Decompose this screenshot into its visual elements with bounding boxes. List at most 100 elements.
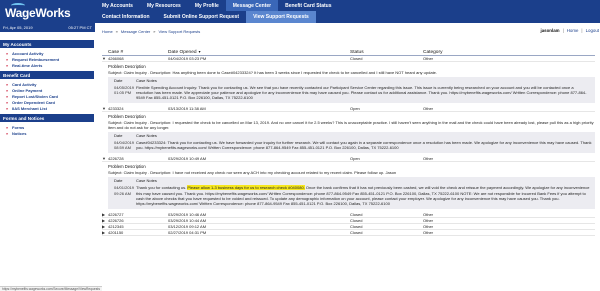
- expand-triangle-icon[interactable]: ▶: [102, 218, 107, 223]
- logout-link[interactable]: Logout: [586, 28, 599, 33]
- sidebar-list: » Forms» Notices: [0, 123, 94, 139]
- nav-tab-view-support-requests[interactable]: View Support Requests: [246, 11, 316, 23]
- case-number: 4201150: [108, 229, 124, 235]
- sidebar-item-label: Order Dependent Card: [12, 99, 55, 105]
- case-status: Closed: [350, 229, 363, 235]
- case-status: Closed: [350, 211, 363, 217]
- nav-tab-message-center[interactable]: Message Center: [225, 0, 279, 11]
- grid-header: Case # Date Opened ▼ Status Category: [102, 49, 595, 56]
- breadcrumb: Home » Message Center » View Support Req…: [102, 28, 597, 35]
- expand-triangle-icon[interactable]: ▶: [102, 224, 107, 229]
- sidebar-section-my-accounts: My Accounts: [0, 40, 94, 48]
- case-category: Other: [423, 229, 434, 235]
- case-number: 4226727: [108, 211, 124, 217]
- sidebar-item-iias-merchant-list[interactable]: » IIAS Merchant List: [6, 105, 94, 111]
- notes-label: Case Notes: [136, 78, 157, 83]
- note-text: Flexible Spending Account Inquiry: Thank…: [136, 85, 587, 101]
- bullet-arrow-icon: »: [6, 105, 9, 111]
- case-category: Other: [423, 156, 434, 162]
- problem-description: Subject: Claim Inquiry . Description: Ha…: [108, 70, 438, 75]
- bullet-arrow-icon: »: [6, 99, 9, 105]
- status-bar-url: https://mybenefits.wageworks.com/Secure/…: [0, 286, 102, 291]
- collapse-triangle-icon[interactable]: ▼: [102, 56, 107, 61]
- sidebar-item-label: IIAS Merchant List: [12, 105, 47, 111]
- note-text: Thank you for contacting us. Please allo…: [136, 185, 592, 206]
- note-date: 04/04/2019 08:59 AM: [114, 140, 135, 151]
- note-date: 04/05/2019 01:05 PM: [114, 85, 135, 96]
- column-header-category[interactable]: Category: [423, 50, 442, 55]
- nav-tab-submit-online-support-request[interactable]: Submit Online Support Request: [157, 11, 247, 23]
- collapse-triangle-icon[interactable]: ▼: [102, 156, 107, 161]
- case-notes-header: Date Case Notes: [108, 178, 592, 183]
- logo[interactable]: WageWorks: [0, 0, 95, 23]
- username: jasonlam: [540, 28, 560, 33]
- divider: |: [562, 28, 564, 33]
- collapse-triangle-icon[interactable]: ▼: [102, 106, 107, 111]
- sidebar-item-real-time-alerts[interactable]: » Real-time Alerts: [6, 62, 94, 68]
- bullet-arrow-icon: »: [6, 62, 9, 68]
- notes-date-label: Date: [114, 178, 123, 184]
- column-header-status[interactable]: Status: [350, 50, 364, 55]
- column-header-case[interactable]: Case #: [108, 50, 123, 55]
- case-status: Open: [350, 156, 360, 162]
- date-bar: Fri, Apr 05, 2019 05:27 PM CT: [0, 23, 95, 32]
- sidebar-item-label: Account Activity: [12, 50, 44, 56]
- sidebar-item-label: Real-time Alerts: [12, 62, 43, 68]
- primary-nav: My Accounts My Resources My Profile Message…: [95, 0, 339, 11]
- nav-tab-my-accounts[interactable]: My Accounts: [95, 0, 140, 11]
- nav-tab-contact-information[interactable]: Contact Information: [95, 11, 157, 23]
- nav-tab-my-profile[interactable]: My Profile: [188, 0, 226, 11]
- note-date: 04/01/2019 09:26 AM: [114, 185, 135, 196]
- case-note: 04/04/2019 08:59 AM Case#04233324: Thank …: [108, 139, 592, 152]
- notes-label: Case Notes: [136, 178, 157, 184]
- sidebar-item-label: Notices: [12, 130, 27, 136]
- date-opened: 02/27/2019 04:31 PM: [168, 229, 207, 235]
- sidebar-item-label: Online Payment: [12, 87, 43, 93]
- sidebar: My Accounts» Account Activity» Request Rei…: [0, 40, 94, 139]
- breadcrumb-home-link[interactable]: Home: [102, 29, 113, 34]
- date-opened: 04/04/2019 03:23 PM: [168, 56, 207, 61]
- home-link[interactable]: Home: [567, 28, 579, 33]
- expand-triangle-icon[interactable]: ▶: [102, 230, 107, 235]
- grid-body: ▼ 4266068 04/04/2019 03:23 PM Closed Other Pr…: [102, 56, 595, 236]
- case-category: Other: [423, 56, 434, 61]
- sidebar-item-label: Report Lost/Stolen Card: [12, 93, 59, 99]
- sidebar-item-label: Card Activity: [12, 81, 37, 87]
- table-row[interactable]: ▶ 4201150 02/27/2019 04:31 PM Closed Other: [102, 230, 595, 236]
- notes-date-label: Date: [114, 133, 123, 139]
- case-note: 04/05/2019 01:05 PM Flexible Spending Acc…: [108, 84, 592, 102]
- logo-text: WageWorks: [5, 6, 71, 20]
- case-status: Open: [350, 106, 360, 112]
- case-number: 4266068: [108, 56, 124, 61]
- support-requests-grid: Case # Date Opened ▼ Status Category ▼ 42…: [102, 49, 595, 236]
- current-time: 05:27 PM CT: [68, 25, 92, 30]
- sidebar-section-forms-and-notices: Forms and Notices: [0, 114, 94, 122]
- problem-description-label: Problem Description: [108, 164, 146, 170]
- divider: |: [581, 28, 583, 33]
- case-category: Other: [423, 106, 434, 112]
- case-notes-header: Date Case Notes: [108, 133, 592, 138]
- sidebar-item-label: Forms: [12, 124, 25, 130]
- sidebar-list: » Account Activity» Request Reimbursement»…: [0, 49, 94, 71]
- case-note: 04/01/2019 09:26 AM Thank you for contact…: [108, 184, 592, 207]
- case-number: 4226726: [108, 217, 124, 223]
- date-opened: 03/13/2019 11:38 AM: [168, 106, 206, 112]
- bullet-arrow-icon: »: [6, 81, 9, 87]
- nav-tab-benefit-card-status[interactable]: Benefit Card Status: [278, 0, 338, 11]
- date-opened: 03/29/2019 10:49 AM: [168, 156, 207, 162]
- date-opened: 03/29/2019 10:44 AM: [168, 217, 207, 223]
- bullet-arrow-icon: »: [6, 124, 9, 130]
- case-detail: Problem Description Subject: Claim Inquir…: [102, 162, 595, 211]
- case-notes-block: Date Case Notes 04/01/2019 09:26 AM Thank y…: [108, 177, 595, 209]
- problem-description-label: Problem Description: [108, 114, 146, 120]
- column-header-date-opened[interactable]: Date Opened ▼: [168, 50, 201, 55]
- expand-triangle-icon[interactable]: ▶: [102, 212, 107, 217]
- nav-tab-my-resources[interactable]: My Resources: [140, 0, 188, 11]
- case-category: Other: [423, 211, 434, 217]
- problem-description: Subject: Claim Inquiry . Description: I …: [108, 170, 397, 176]
- sidebar-item-notices[interactable]: » Notices: [6, 130, 94, 136]
- bullet-arrow-icon: »: [6, 93, 9, 99]
- current-date: Fri, Apr 05, 2019: [3, 25, 33, 30]
- breadcrumb-message-center-link[interactable]: Message Center: [121, 29, 150, 34]
- case-number: 4233324: [108, 106, 124, 112]
